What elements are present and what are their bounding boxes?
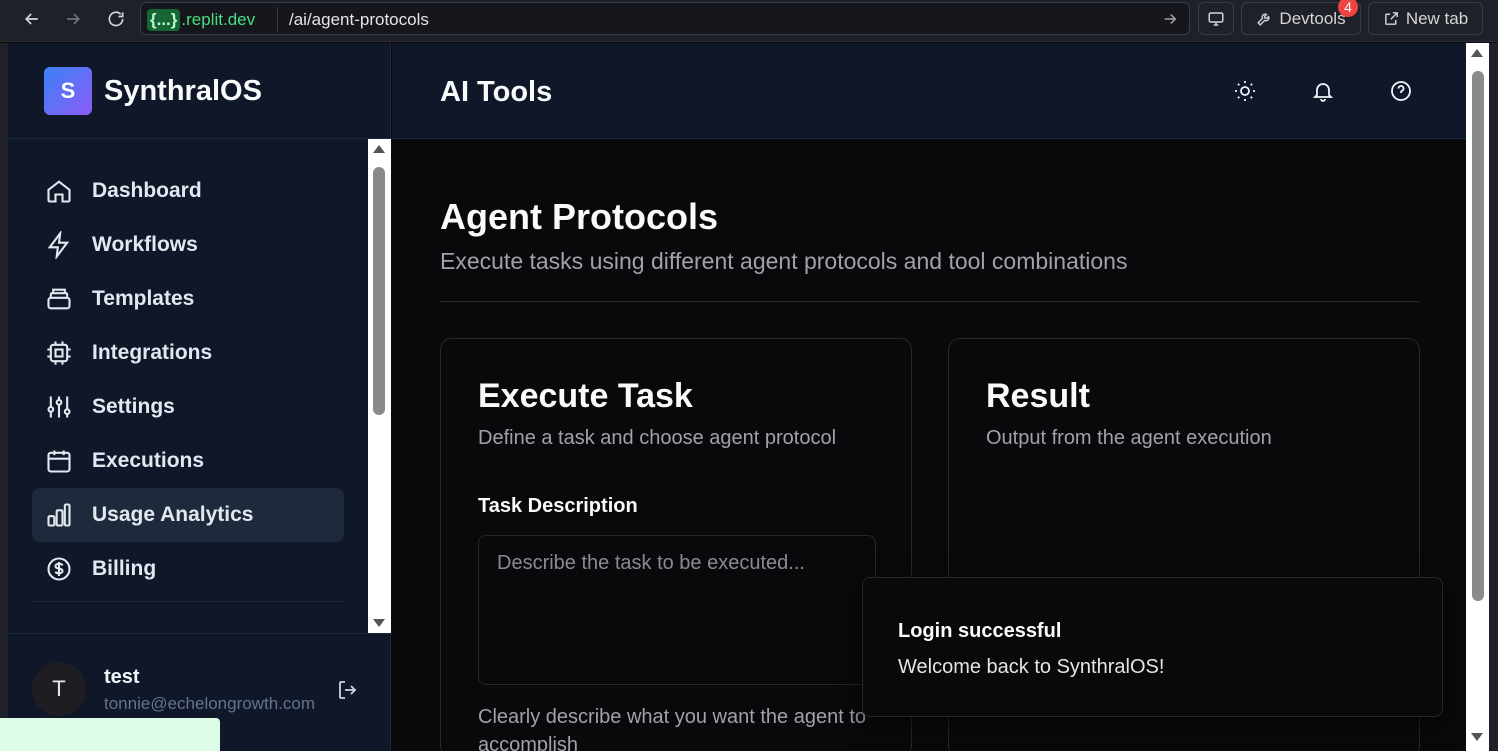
help-icon[interactable] [1389, 79, 1413, 103]
window-edge-left [0, 43, 8, 751]
screen-button[interactable] [1198, 2, 1234, 35]
sidebar-item-label: Dashboard [92, 179, 202, 202]
sidebar-item-label: Workflows [92, 233, 198, 256]
page-scrollbar[interactable] [1466, 43, 1489, 751]
user-email: tonnie@echelongrowth.com [104, 694, 315, 713]
browser-toolbar: {...} .replit.dev /ai/agent-protocols Dev… [0, 0, 1498, 42]
scroll-up-arrow-icon[interactable] [373, 145, 385, 153]
top-header: AI Tools [392, 43, 1466, 139]
sidebar-item-label: Executions [92, 449, 205, 472]
bell-icon[interactable] [1311, 79, 1335, 103]
card-subtitle: Define a task and choose agent protocol [478, 427, 837, 449]
devtools-badge: 4 [1338, 0, 1358, 17]
sun-icon[interactable] [1233, 79, 1257, 103]
app-logo[interactable]: S [44, 67, 92, 115]
page-scroll-thumb[interactable] [1472, 71, 1484, 601]
task-description-hint: Clearly describe what you want the agent… [478, 706, 866, 751]
toast-message: Welcome back to SynthralOS! [898, 656, 1165, 678]
toast-notification[interactable]: Login successful Welcome back to Synthra… [862, 577, 1443, 717]
lightning-icon [47, 231, 70, 259]
calendar-icon [47, 450, 71, 473]
home-icon [47, 180, 71, 203]
card-title: Execute Task [478, 377, 693, 415]
sidebar: S SynthralOS Dashboard Workflows Templat… [8, 43, 391, 751]
reload-button[interactable] [100, 4, 132, 34]
page-subtitle: Execute tasks using different agent prot… [440, 248, 1128, 274]
scroll-up-arrow-icon[interactable] [1471, 49, 1483, 57]
logout-icon[interactable] [336, 678, 360, 702]
bar-chart-icon [47, 503, 71, 527]
url-host: {...} .replit.dev [147, 7, 255, 32]
go-arrow-icon[interactable] [1161, 10, 1179, 28]
external-link-icon [1384, 12, 1398, 25]
sidebar-item-workflows[interactable]: Workflows [32, 218, 344, 272]
monitor-icon [1208, 11, 1224, 26]
sidebar-scroll-thumb[interactable] [373, 167, 385, 415]
arrow-left-icon [24, 13, 38, 25]
forward-button[interactable] [57, 4, 89, 34]
scroll-down-arrow-icon[interactable] [373, 619, 385, 627]
page-divider [440, 301, 1419, 302]
sidebar-item-dashboard[interactable]: Dashboard [32, 164, 344, 218]
replit-overlay-strip [0, 718, 220, 751]
card-subtitle: Output from the agent execution [986, 427, 1272, 449]
sidebar-item-label: Templates [92, 287, 195, 310]
dollar-circle-icon [47, 557, 71, 581]
brand: S SynthralOS [8, 43, 391, 139]
layers-icon [47, 288, 71, 310]
sidebar-item-label: Billing [92, 557, 157, 580]
sidebar-item-label: Integrations [92, 341, 213, 364]
card-title: Result [986, 377, 1090, 415]
scroll-down-arrow-icon[interactable] [1471, 733, 1483, 741]
sidebar-item-templates[interactable]: Templates [32, 272, 344, 326]
sliders-icon [47, 396, 71, 418]
new-tab-button[interactable]: New tab [1368, 2, 1483, 35]
avatar[interactable]: T [32, 662, 86, 716]
sidebar-item-label: Settings [92, 395, 175, 418]
sidebar-item-usage-analytics[interactable]: Usage Analytics [32, 488, 344, 542]
sidebar-scrollbar[interactable] [368, 139, 391, 633]
devtools-button[interactable]: Devtools 4 [1241, 0, 1361, 35]
toast-title: Login successful [898, 620, 1062, 642]
sidebar-divider [32, 601, 344, 602]
new-tab-label: New tab [1405, 8, 1469, 28]
task-description-input[interactable] [478, 535, 876, 685]
sidebar-item-executions[interactable]: Executions [32, 434, 344, 488]
window-edge-right [1489, 43, 1498, 751]
sidebar-item-integrations[interactable]: Integrations [32, 326, 344, 380]
header-title: AI Tools [440, 76, 553, 108]
back-button[interactable] [16, 4, 48, 34]
sidebar-nav: Dashboard Workflows Templates Integratio… [8, 139, 368, 633]
sidebar-item-label: Usage Analytics [92, 503, 254, 526]
sidebar-item-settings[interactable]: Settings [32, 380, 344, 434]
app-name: SynthralOS [104, 75, 262, 107]
url-separator [277, 7, 278, 32]
sidebar-item-billing[interactable]: Billing [32, 542, 344, 596]
chip-icon [47, 341, 71, 365]
page-title: Agent Protocols [440, 196, 719, 237]
wrench-icon [1257, 13, 1270, 26]
devtools-label: Devtools [1279, 8, 1346, 28]
execute-task-card: Execute Task Define a task and choose ag… [440, 338, 912, 751]
reload-icon [108, 11, 124, 27]
arrow-right-icon [67, 13, 81, 25]
user-name: test [104, 666, 140, 688]
url-path: /ai/agent-protocols [289, 10, 429, 29]
task-description-label: Task Description [478, 495, 638, 517]
address-bar[interactable]: {...} .replit.dev /ai/agent-protocols [140, 2, 1190, 35]
